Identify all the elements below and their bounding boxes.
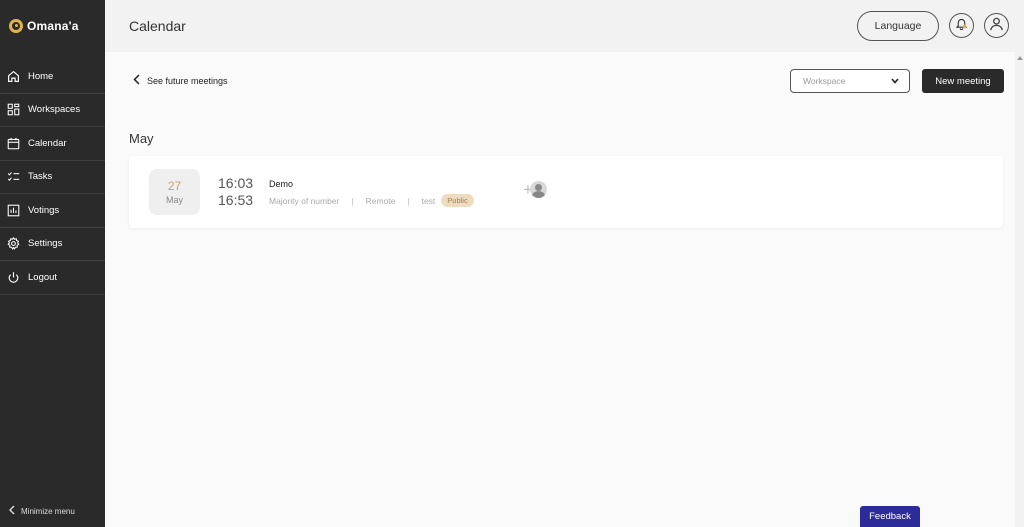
meeting-end-time: 16:53 [218,192,254,208]
sidebar-item-settings[interactable]: Settings [0,228,105,261]
back-link-label: See future meetings [147,75,228,86]
meeting-workspace: test [421,195,436,206]
sidebar-item-label: Logout [28,271,58,283]
logo-icon [9,19,23,33]
see-future-meetings-link[interactable]: See future meetings [133,74,228,87]
meeting-day: 27 [167,179,182,193]
meeting-month: May [165,195,183,205]
person-icon [529,181,547,198]
bell-icon [955,17,968,35]
sidebar-item-label: Calendar [28,137,67,149]
workspace-select[interactable]: Workspace [790,69,910,93]
tasks-icon [7,170,20,183]
meeting-voting-type: Majority of number [269,195,340,206]
meta-separator: | [407,195,410,206]
workspace-select-placeholder: Workspace [803,76,846,86]
sidebar-item-label: Votings [28,204,60,216]
page-title: Calendar [129,18,186,34]
top-header: Calendar Language [105,0,1024,52]
home-icon [7,70,20,83]
power-icon [7,271,20,284]
workspaces-icon [7,103,20,116]
feedback-button[interactable]: Feedback [860,506,920,527]
meeting-location: Remote [365,195,396,206]
visibility-badge: Public [441,194,474,207]
minimize-menu-button[interactable]: Minimize menu [8,505,75,517]
sidebar-item-label: Settings [28,238,63,250]
meta-separator: | [351,195,354,206]
sidebar-item-workspaces[interactable]: Workspaces [0,94,105,127]
minimize-menu-label: Minimize menu [21,506,75,516]
sidebar: Omana'a Home Workspaces Calendar Tasks V… [0,0,105,527]
chevron-left-icon [133,74,140,87]
sidebar-item-label: Tasks [28,171,53,183]
votings-icon [7,204,20,217]
meeting-start-time: 16:03 [218,175,254,191]
sidebar-item-calendar[interactable]: Calendar [0,127,105,161]
meeting-card[interactable]: 27 May 16:03 16:53 Demo Majority of numb… [129,156,1003,228]
main-content: See future meetings Workspace New meetin… [105,52,1015,527]
scroll-up-arrow-icon[interactable] [1017,56,1023,60]
chevron-down-icon [891,76,899,86]
gear-icon [7,237,20,251]
user-icon [989,16,1004,36]
app-name: Omana'a [27,19,79,33]
sidebar-item-votings[interactable]: Votings [0,194,105,228]
user-avatar-button[interactable] [984,13,1009,38]
language-button[interactable]: Language [857,11,939,41]
meeting-date: 27 May [149,169,200,215]
chevron-left-icon [8,505,15,517]
meeting-meta: Majority of number | Remote | test Publi… [269,194,474,207]
vertical-scrollbar[interactable] [1015,52,1024,527]
month-heading: May [129,131,154,146]
calendar-icon [7,137,20,150]
app-logo[interactable]: Omana'a [0,0,105,52]
sidebar-item-tasks[interactable]: Tasks [0,161,105,194]
notifications-button[interactable] [949,13,974,38]
sidebar-item-label: Home [28,70,54,82]
sidebar-item-label: Workspaces [28,104,81,116]
sidebar-item-logout[interactable]: Logout [0,261,105,295]
new-meeting-button[interactable]: New meeting [922,69,1004,93]
sidebar-item-home[interactable]: Home [0,60,105,94]
sidebar-nav: Home Workspaces Calendar Tasks Votings S… [0,60,105,295]
add-attendee-button[interactable]: + [523,181,547,198]
meeting-title: Demo [269,179,294,189]
meeting-times: 16:03 16:53 [218,175,253,209]
